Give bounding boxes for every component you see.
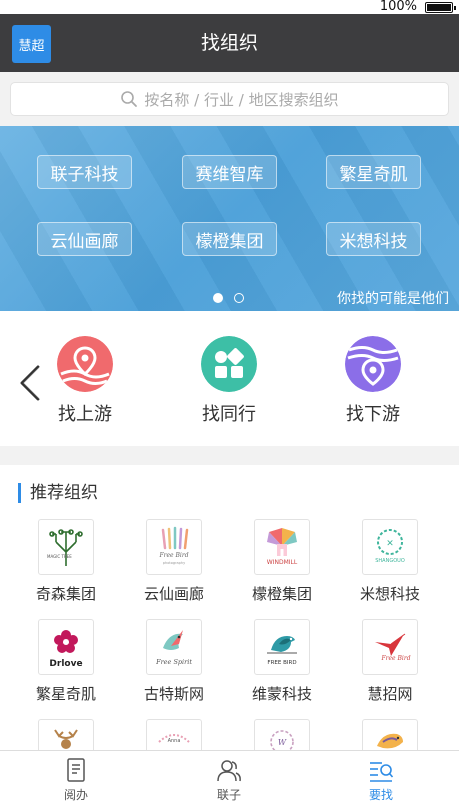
org-name: 米想科技: [359, 585, 420, 603]
suggestion-banner[interactable]: 联子科技 赛维智库 繁星奇肌 云仙画廊 檬橙集团 米想科技 你找的可能是他们: [0, 126, 459, 311]
org-logo: [38, 719, 94, 750]
page-title: 找组织: [200, 32, 258, 54]
org-card[interactable]: [340, 719, 440, 750]
svg-text:W: W: [278, 738, 287, 747]
banner-chip[interactable]: 云仙画廊: [37, 222, 132, 256]
quick-actions: 找上游 找同行 找下游: [0, 311, 459, 446]
banner-chip[interactable]: 繁星奇肌: [326, 155, 421, 189]
org-card[interactable]: Free Bird photography 云仙画廊: [124, 519, 224, 604]
find-upstream-button[interactable]: 找上游: [40, 336, 130, 426]
location-pin-icon: [345, 336, 401, 392]
battery-percentage: 100%: [379, 0, 417, 14]
org-logo: FREE BIRD: [254, 619, 310, 675]
org-card[interactable]: Free Spirit 古特斯网: [124, 619, 224, 704]
quick-label: 找同行: [202, 404, 256, 425]
org-name: 奇森集团: [35, 585, 96, 603]
search-input[interactable]: 按名称 / 行业 / 地区搜索组织: [10, 82, 449, 116]
svg-text:Drlove: Drlove: [49, 659, 82, 669]
svg-text:WINDMILL: WINDMILL: [267, 559, 298, 566]
svg-text:Free Bird: Free Bird: [158, 552, 188, 559]
svg-text:Anna: Anna: [168, 738, 181, 744]
wreath-logo-icon: ✕ SHANGOUO: [375, 529, 405, 564]
org-logo: [362, 719, 418, 750]
svg-text:Free Spirit: Free Spirit: [155, 658, 192, 666]
svg-text:photography: photography: [163, 561, 185, 565]
svg-text:MAGIC TREE: MAGIC TREE: [47, 554, 72, 559]
search-placeholder: 按名称 / 行业 / 地区搜索组织: [144, 90, 339, 109]
contacts-icon: [217, 760, 241, 782]
nav-bar: 慧超 找组织: [0, 14, 459, 72]
tree-logo-icon: MAGIC TREE: [47, 529, 83, 566]
org-name: 维蒙科技: [251, 685, 312, 703]
org-card[interactable]: W: [232, 719, 332, 750]
feather-logo-icon: Free Bird photography: [158, 526, 189, 565]
svg-text:Free Bird: Free Bird: [380, 655, 410, 662]
tab-find[interactable]: 要找: [341, 757, 421, 803]
section-title: 推荐组织: [18, 483, 98, 503]
banner-chip[interactable]: 檬橙集团: [182, 222, 277, 256]
status-bar: 100%: [0, 0, 459, 14]
wreath-logo-icon: Anna: [158, 734, 190, 744]
org-name: 繁星奇肌: [35, 685, 96, 703]
org-card[interactable]: ✕ SHANGOUO 米想科技: [340, 519, 440, 604]
org-logo: Free Spirit: [146, 619, 202, 675]
hummingbird-logo-icon: Free Bird: [375, 633, 411, 662]
tab-contacts[interactable]: 联子: [189, 757, 269, 803]
find-downstream-button[interactable]: 找下游: [328, 336, 418, 426]
windmill-logo-icon: WINDMILL: [267, 528, 298, 566]
find-peers-button[interactable]: 找同行: [184, 336, 274, 426]
svg-text:SHANGOUO: SHANGOUO: [375, 558, 405, 564]
org-logo: Free Bird photography: [146, 519, 202, 575]
bird-logo-icon: [377, 733, 403, 749]
org-card[interactable]: Anna: [124, 719, 224, 750]
tab-label: 联子: [216, 788, 241, 802]
org-logo: ✕ SHANGOUO: [362, 519, 418, 575]
org-card[interactable]: [16, 719, 116, 750]
org-name: 古特斯网: [143, 685, 204, 703]
org-logo: W: [254, 719, 310, 750]
org-name: 云仙画廊: [143, 585, 204, 603]
svg-text:✕: ✕: [386, 539, 394, 549]
search-icon: [121, 91, 138, 107]
bird-logo-icon: FREE BIRD: [267, 636, 297, 666]
org-logo: Free Bird: [362, 619, 418, 675]
page-dot[interactable]: [213, 293, 223, 303]
tab-read[interactable]: 阅办: [36, 757, 116, 803]
page-dot[interactable]: [234, 293, 244, 303]
quick-label: 找下游: [346, 404, 400, 425]
org-name: 慧招网: [367, 685, 413, 703]
banner-chip[interactable]: 联子科技: [37, 155, 132, 189]
banner-chip[interactable]: 米想科技: [326, 222, 421, 256]
tab-label: 要找: [368, 788, 393, 802]
banner-chip[interactable]: 赛维智库: [182, 155, 277, 189]
banner-caption: 你找的可能是他们: [337, 291, 449, 307]
org-card[interactable]: FREE BIRD 维蒙科技: [232, 619, 332, 704]
tab-bar: 阅办 联子 要找: [0, 750, 459, 807]
apps-grid-icon: [201, 336, 257, 392]
bird-logo-icon: Free Spirit: [155, 630, 192, 666]
page-indicator: [213, 293, 244, 303]
org-logo: WINDMILL: [254, 519, 310, 575]
search-list-icon: [370, 762, 394, 782]
battery-icon: [425, 2, 456, 13]
org-logo: Drlove: [38, 619, 94, 675]
org-card[interactable]: MAGIC TREE 奇森集团: [16, 519, 116, 604]
recommended-section: 推荐组织 MAGIC TREE 奇森集团 Free Bird photograp…: [0, 465, 459, 750]
org-name: 檬橙集团: [251, 585, 312, 603]
org-logo: Anna: [146, 719, 202, 750]
flower-logo-icon: Drlove: [49, 630, 83, 669]
location-pin-icon: [57, 336, 113, 392]
org-card[interactable]: Drlove 繁星奇肌: [16, 619, 116, 704]
wreath-logo-icon: W: [270, 730, 294, 750]
quick-label: 找上游: [58, 404, 112, 425]
document-icon: [67, 758, 85, 782]
tab-label: 阅办: [63, 788, 88, 802]
org-logo: MAGIC TREE: [38, 519, 94, 575]
org-card[interactable]: Free Bird 慧招网: [340, 619, 440, 704]
org-card[interactable]: WINDMILL 檬橙集团: [232, 519, 332, 604]
deer-logo-icon: [54, 729, 78, 749]
svg-text:FREE BIRD: FREE BIRD: [267, 660, 296, 666]
search-area: 按名称 / 行业 / 地区搜索组织: [0, 72, 459, 126]
